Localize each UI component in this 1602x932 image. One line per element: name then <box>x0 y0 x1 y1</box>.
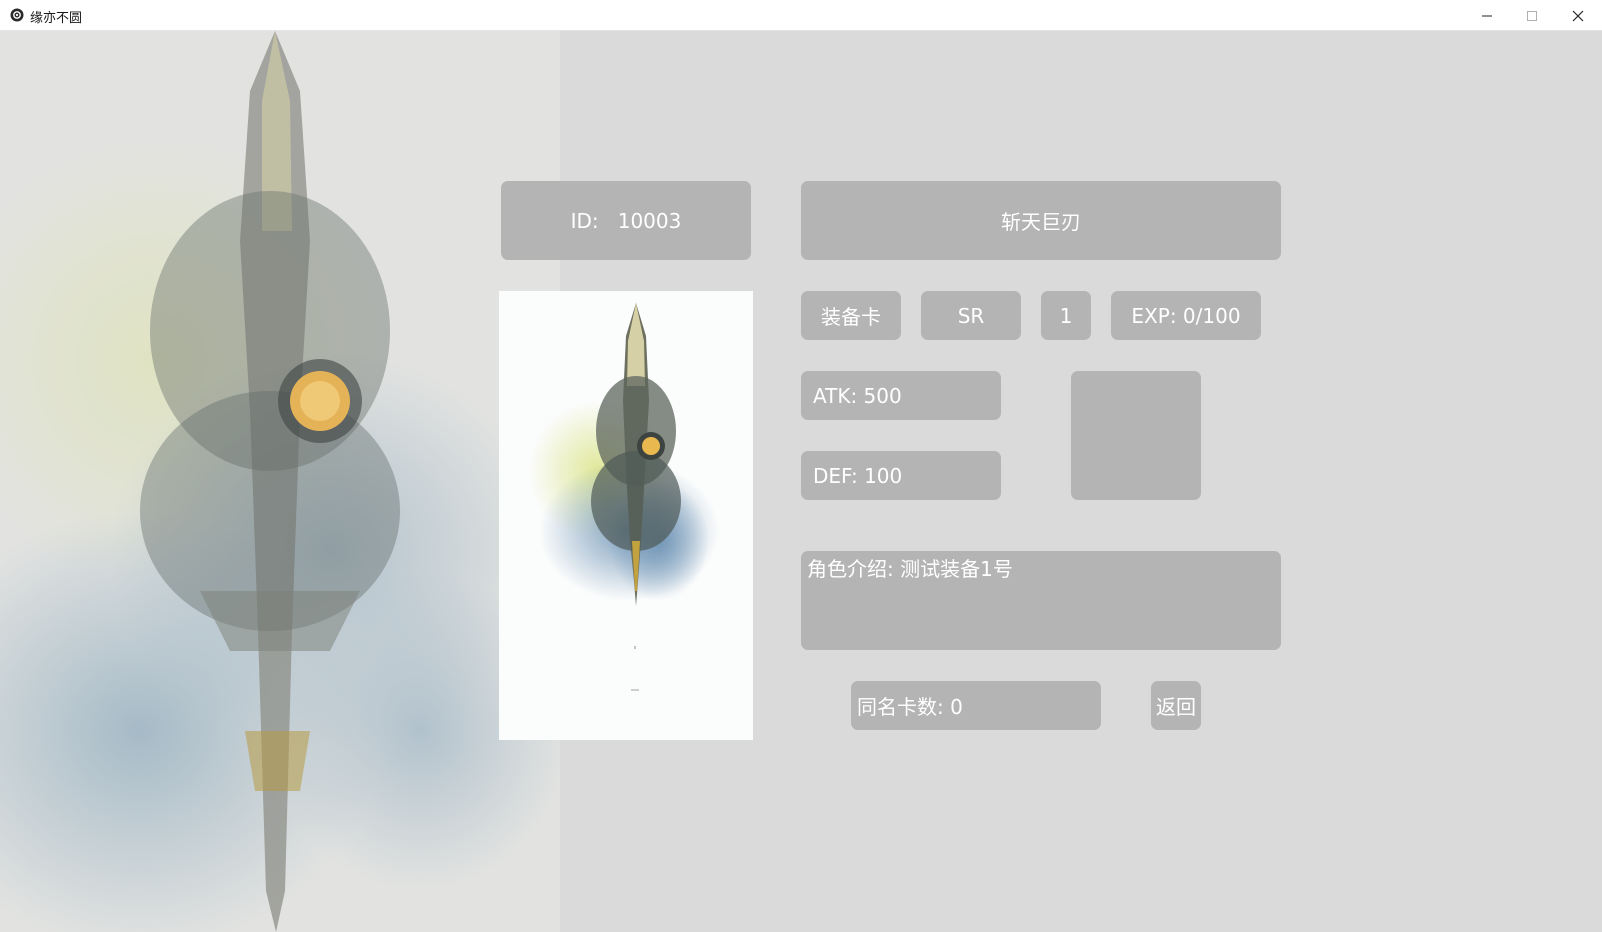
card-id-text: ID: 10003 <box>570 208 682 233</box>
card-id-field: ID: 10003 <box>501 181 751 260</box>
card-def-stat: DEF: 100 <box>801 451 1001 500</box>
card-description-box: 角色介绍: 测试装备1号 <box>801 551 1281 650</box>
card-portrait-image <box>499 291 753 740</box>
card-detail-view: ID: 10003 斩天巨刃 装备卡 SR 1 EXP: 0/100 ATK: … <box>0 31 1602 932</box>
close-button[interactable] <box>1556 0 1600 31</box>
card-def-text: DEF: 100 <box>813 463 903 488</box>
card-slot-placeholder <box>1071 371 1201 500</box>
duplicate-count-field: 同名卡数: 0 <box>851 681 1101 730</box>
title-bar[interactable]: 缘亦不圆 <box>0 0 1602 31</box>
minimize-button[interactable] <box>1465 0 1509 31</box>
card-atk-stat: ATK: 500 <box>801 371 1001 420</box>
card-type-badge: 装备卡 <box>801 291 901 340</box>
card-type-text: 装备卡 <box>821 305 881 329</box>
app-logo-icon <box>10 8 24 22</box>
card-name-field: 斩天巨刃 <box>801 181 1281 260</box>
card-description-text: 角色介绍: 测试装备1号 <box>807 557 1013 581</box>
maximize-button[interactable] <box>1510 0 1554 31</box>
card-level-badge: 1 <box>1041 291 1091 340</box>
maximize-icon <box>1527 10 1537 21</box>
window-title: 缘亦不圆 <box>30 11 83 26</box>
back-button[interactable]: 返回 <box>1151 681 1201 730</box>
duplicate-count-text: 同名卡数: 0 <box>857 695 963 719</box>
background-artwork <box>0 31 560 932</box>
card-level-text: 1 <box>1059 303 1073 328</box>
app-window: 缘亦不圆 ID: 10003 斩天巨刃 装备卡 SR 1 EXP: 0/100 … <box>0 0 1602 932</box>
card-exp-text: EXP: 0/100 <box>1131 303 1241 328</box>
back-button-label: 返回 <box>1156 695 1196 719</box>
card-exp-badge: EXP: 0/100 <box>1111 291 1261 340</box>
card-rarity-badge: SR <box>921 291 1021 340</box>
close-icon <box>1572 10 1584 21</box>
card-atk-text: ATK: 500 <box>813 383 902 408</box>
card-rarity-text: SR <box>957 303 985 328</box>
equipment-artwork <box>529 303 719 691</box>
minimize-icon <box>1482 15 1492 16</box>
card-name-text: 斩天巨刃 <box>1001 210 1081 234</box>
